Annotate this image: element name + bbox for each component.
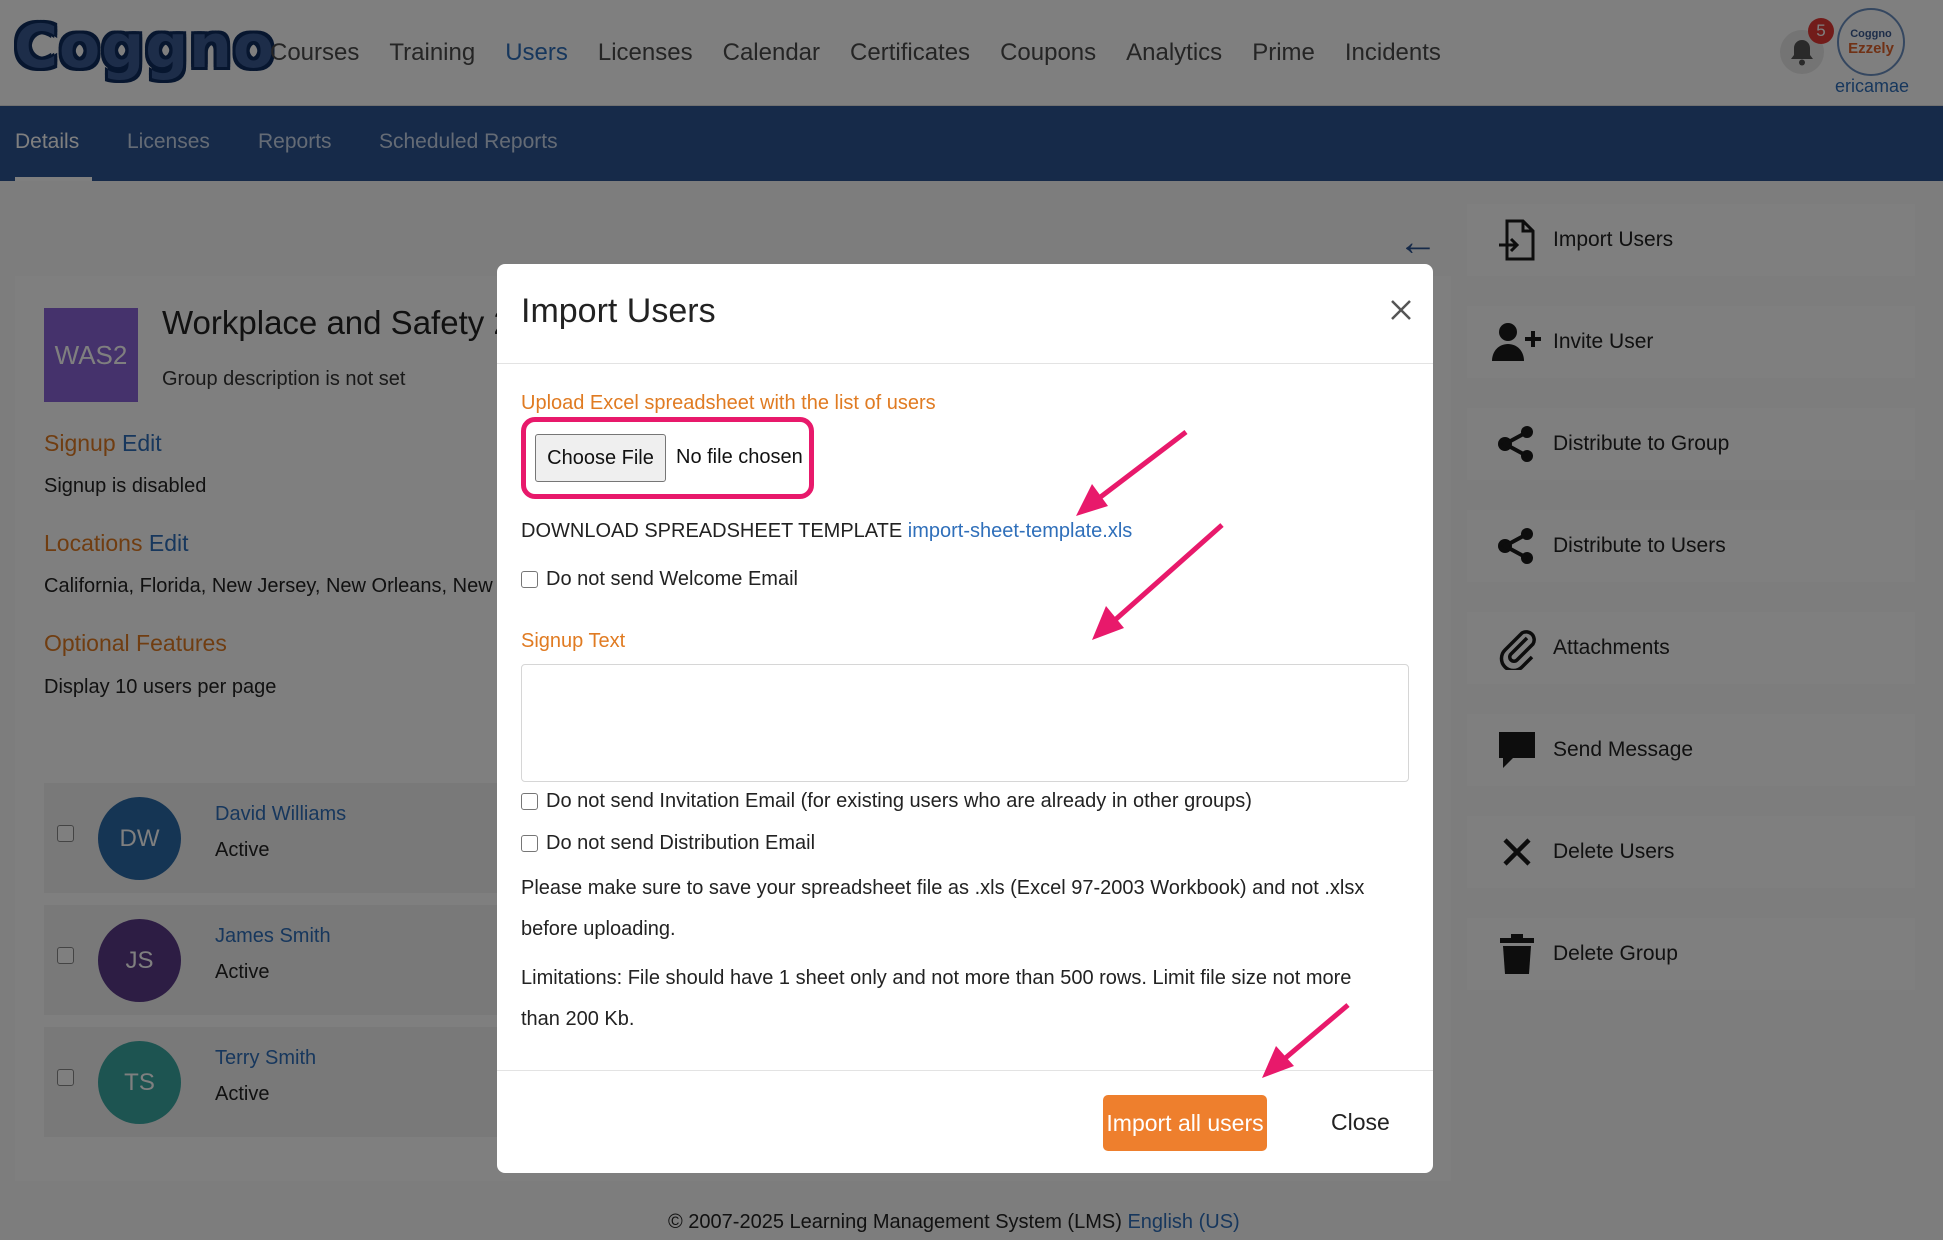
pointer-arrow-icon [1076,430,1188,516]
annotation-arrows [1076,430,1350,1078]
pointer-arrow-icon [1262,1003,1350,1078]
pointer-arrow-icon [1092,523,1224,640]
